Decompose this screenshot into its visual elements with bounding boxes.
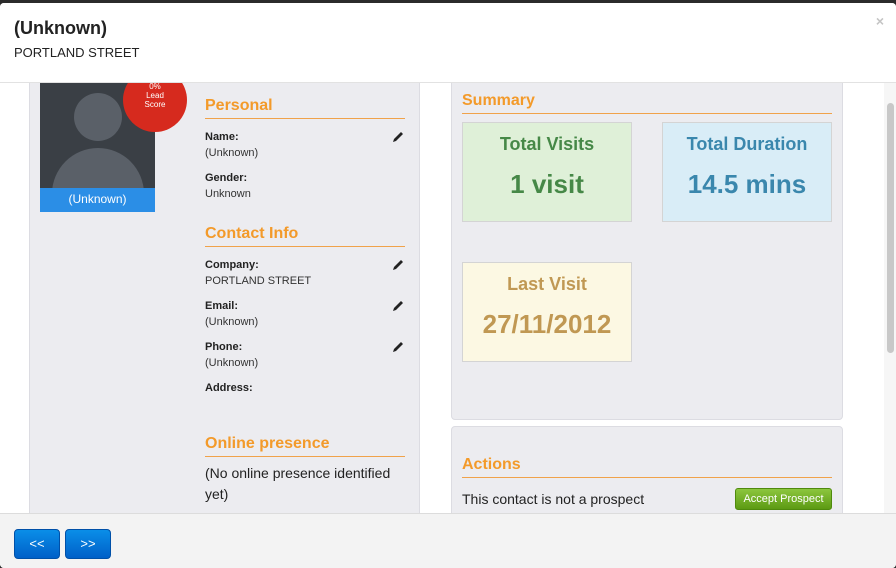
accept-prospect-button[interactable]: Accept Prospect [735,488,832,510]
personal-heading: Personal [205,97,405,119]
page-title: (Unknown) [14,18,107,38]
total-visits-value: 1 visit [510,169,584,199]
prospect-status-text: This contact is not a prospect [462,491,645,507]
summary-panel: Summary Total Visits 1 visit Total Durat… [451,83,843,420]
summary-heading: Summary [462,92,832,114]
total-visits-title: Total Visits [499,134,595,154]
phone-value: (Unknown) [205,357,259,369]
pencil-icon[interactable] [391,130,405,144]
gender-value: Unknown [205,188,251,200]
online-presence-text: (No online presence identified yet) [205,465,391,502]
actions-panel: Actions This contact is not a prospect A… [451,426,843,513]
lead-score-percent: 0% [149,83,161,91]
pencil-icon[interactable] [391,299,405,313]
total-duration-value: 14.5 mins [687,169,807,199]
total-visits-tile: Total Visits 1 visit [462,122,632,222]
company-value: PORTLAND STREET [205,275,312,287]
total-duration-tile: Total Duration 14.5 mins [662,122,832,222]
last-visit-title: Last Visit [507,274,587,294]
page-subtitle: PORTLAND STREET [14,45,140,60]
phone-label: Phone: [205,341,243,353]
profile-panel: (Unknown) 0% Lead Score Personal Name: (… [29,83,420,513]
close-icon[interactable]: × [876,13,884,29]
name-label: Name: [205,131,239,143]
modal-footer: << >> [0,513,896,568]
company-label: Company: [205,259,259,271]
address-label: Address: [205,382,253,394]
email-value: (Unknown) [205,316,259,328]
vertical-scrollbar[interactable] [884,83,896,513]
lead-score-label-2: Score [144,100,166,109]
email-label: Email: [205,300,239,312]
name-value: (Unknown) [205,147,259,159]
lead-score-label-1: Lead [146,91,164,100]
next-button[interactable]: >> [65,529,111,559]
contact-info-heading: Contact Info [205,225,405,247]
total-duration-title: Total Duration [686,134,808,154]
scrollbar-thumb[interactable] [887,103,894,353]
gender-label: Gender: [205,172,248,184]
previous-button[interactable]: << [14,529,60,559]
actions-heading: Actions [462,456,832,478]
contact-modal: (Unknown) PORTLAND STREET × (Unknown) 0%… [0,3,896,568]
online-presence-heading: Online presence [205,435,405,457]
modal-body: (Unknown) 0% Lead Score Personal Name: (… [0,83,896,513]
avatar-name-label: (Unknown) [40,188,155,212]
last-visit-value: 27/11/2012 [482,309,612,339]
pencil-icon[interactable] [391,340,405,354]
pencil-icon[interactable] [391,258,405,272]
modal-header: (Unknown) PORTLAND STREET × [0,3,896,83]
last-visit-tile: Last Visit 27/11/2012 [462,262,632,362]
avatar-body [52,148,144,188]
avatar-head [74,93,122,141]
